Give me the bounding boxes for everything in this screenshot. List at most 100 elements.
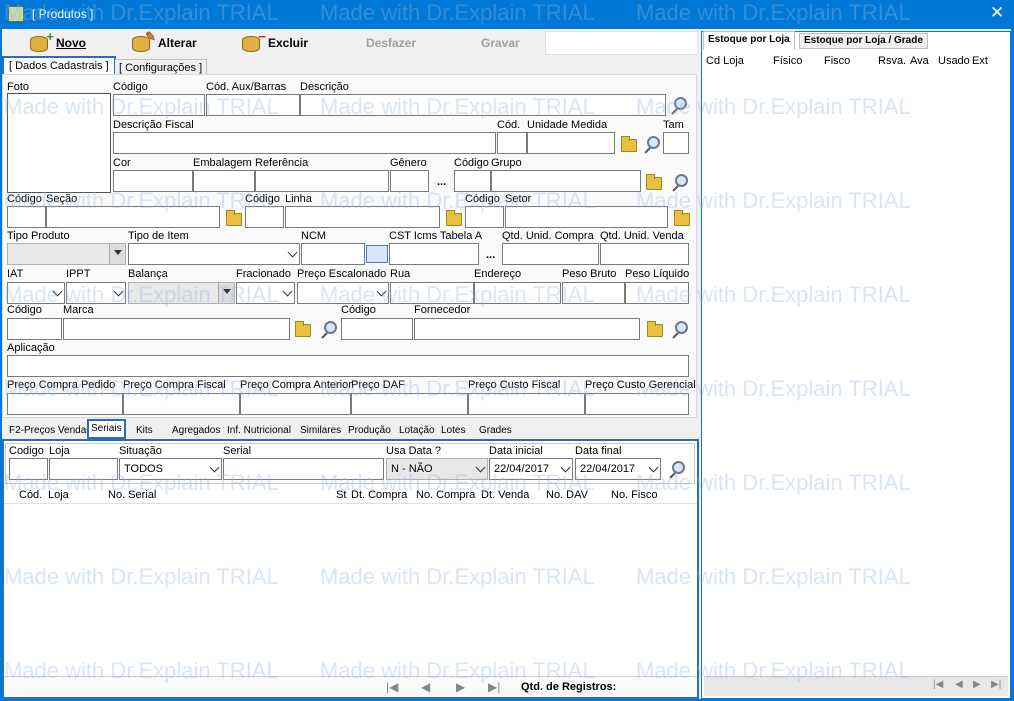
tab-lotes[interactable]: Lotes <box>439 424 467 440</box>
rua-field[interactable] <box>390 282 474 304</box>
preco-custo-gerencial-field[interactable] <box>585 393 689 415</box>
excluir-button[interactable]: − Excluir <box>242 29 308 56</box>
ncm-lookup-icon[interactable] <box>366 245 388 263</box>
tab-kits[interactable]: Kits <box>134 424 155 440</box>
secao-field[interactable] <box>46 206 220 228</box>
balanca-select[interactable] <box>128 282 235 304</box>
search-icon[interactable] <box>320 321 337 337</box>
grupo-field[interactable] <box>491 170 641 192</box>
codigo-linha-field[interactable] <box>245 206 284 228</box>
cod-aux-field[interactable] <box>206 94 300 116</box>
col-usado[interactable]: Usado <box>938 55 970 67</box>
col-rsva[interactable]: Rsva. <box>878 55 906 67</box>
foto-box[interactable] <box>7 93 111 193</box>
col-fisico[interactable]: Físico <box>773 55 802 67</box>
search-icon[interactable] <box>671 321 688 337</box>
tab-dados-cadastrais[interactable]: [ Dados Cadastrais ] <box>2 56 116 76</box>
preco-daf-field[interactable] <box>351 393 468 415</box>
next-record-icon[interactable]: ▶ <box>456 680 465 694</box>
preco-compra-fiscal-field[interactable] <box>123 393 240 415</box>
tipo-item-select[interactable] <box>128 243 300 265</box>
codigo-grupo-field[interactable] <box>454 170 491 192</box>
tab-estoque-loja-grade[interactable]: Estoque por Loja / Grade <box>799 33 928 49</box>
codigo-field[interactable] <box>113 94 205 116</box>
folder-icon[interactable] <box>674 210 690 226</box>
tab-seriais[interactable]: Seriais <box>87 419 126 439</box>
situacao-select[interactable]: TODOS <box>119 458 222 480</box>
last-record-icon[interactable]: ▶| <box>991 679 1001 690</box>
tab-lotacao[interactable]: Lotação <box>397 424 437 440</box>
gravar-button[interactable]: Gravar <box>481 30 520 56</box>
search-icon[interactable] <box>671 174 688 190</box>
alterar-button[interactable]: ✎ Alterar <box>132 29 197 56</box>
preco-escalonado-select[interactable] <box>297 282 389 304</box>
prev-record-icon[interactable]: ◀ <box>421 680 430 694</box>
tab-similares[interactable]: Similares <box>298 424 343 440</box>
col-no-compra[interactable]: No. Compra <box>416 489 475 501</box>
col-dt-compra[interactable]: Dt. Compra <box>351 489 407 501</box>
codigo-marca-field[interactable] <box>7 318 62 340</box>
tab-grades[interactable]: Grades <box>477 424 514 440</box>
qtd-unid-compra-field[interactable] <box>502 243 599 265</box>
folder-icon[interactable] <box>646 174 662 190</box>
ippt-select[interactable] <box>66 282 126 304</box>
fracionado-select[interactable] <box>236 282 295 304</box>
preco-custo-fiscal-field[interactable] <box>468 393 585 415</box>
search-icon[interactable] <box>670 97 687 113</box>
folder-icon[interactable] <box>446 210 462 226</box>
tab-agregados[interactable]: Agregados <box>170 424 222 440</box>
col-cod[interactable]: Cód. <box>19 489 42 501</box>
cst-icms-field[interactable] <box>389 243 479 265</box>
preco-compra-pedido-field[interactable] <box>7 393 123 415</box>
codigo-fornecedor-field[interactable] <box>341 318 413 340</box>
tab-precos-vendas[interactable]: F2-Preços Vendas <box>7 424 93 440</box>
tab-inf-nutricional[interactable]: Inf. Nutricional <box>225 424 293 440</box>
col-fisco[interactable]: Fisco <box>824 55 850 67</box>
usa-data-select[interactable]: N - NÃO <box>386 458 488 480</box>
endereco-field[interactable] <box>474 282 561 304</box>
setor-field[interactable] <box>505 206 668 228</box>
cor-field[interactable] <box>113 170 193 192</box>
desfazer-button[interactable]: Desfazer <box>366 30 416 56</box>
fornecedor-field[interactable] <box>414 318 640 340</box>
tab-producao[interactable]: Produção <box>346 424 393 440</box>
col-no-dav[interactable]: No. DAV <box>546 489 588 501</box>
data-final-picker[interactable]: 22/04/2017 <box>575 458 661 480</box>
col-cd-loja[interactable]: Cd Loja <box>706 55 744 67</box>
first-record-icon[interactable]: |◀ <box>933 679 943 690</box>
col-loja[interactable]: Loja <box>48 489 69 501</box>
serial-loja-field[interactable] <box>49 458 118 480</box>
tab-estoque-por-loja[interactable]: Estoque por Loja <box>703 31 795 50</box>
linha-field[interactable] <box>285 206 440 228</box>
first-record-icon[interactable]: |◀ <box>386 680 398 694</box>
folder-icon[interactable] <box>647 321 663 337</box>
preco-compra-anterior-field[interactable] <box>240 393 351 415</box>
peso-liquido-field[interactable] <box>625 282 689 304</box>
cst-lookup-button[interactable]: ... <box>486 249 495 261</box>
codigo-setor-field[interactable] <box>465 206 504 228</box>
descricao-field[interactable] <box>300 94 666 116</box>
qtd-unid-venda-field[interactable] <box>600 243 689 265</box>
last-record-icon[interactable]: ▶| <box>488 680 500 694</box>
novo-button[interactable]: + Novo <box>30 29 86 56</box>
serial-field[interactable] <box>223 458 384 480</box>
col-ext[interactable]: Ext <box>972 55 988 67</box>
codigo-secao-field[interactable] <box>7 206 46 228</box>
aplicacao-field[interactable] <box>7 355 689 377</box>
referencia-field[interactable] <box>255 170 389 192</box>
genero-field[interactable] <box>390 170 429 192</box>
col-ava[interactable]: Ava <box>910 55 929 67</box>
data-inicial-picker[interactable]: 22/04/2017 <box>489 458 573 480</box>
prev-record-icon[interactable]: ◀ <box>955 679 963 690</box>
serial-codigo-field[interactable] <box>9 458 48 480</box>
ncm-field[interactable] <box>301 243 365 265</box>
tam-field[interactable] <box>663 132 689 154</box>
close-icon[interactable]: ✕ <box>990 3 1004 23</box>
folder-icon[interactable] <box>295 321 311 337</box>
col-dt-venda[interactable]: Dt. Venda <box>481 489 529 501</box>
iat-select[interactable] <box>7 282 65 304</box>
folder-icon[interactable] <box>226 210 242 226</box>
col-st[interactable]: St <box>336 489 346 501</box>
folder-icon[interactable] <box>621 136 637 152</box>
search-icon[interactable] <box>643 136 660 152</box>
